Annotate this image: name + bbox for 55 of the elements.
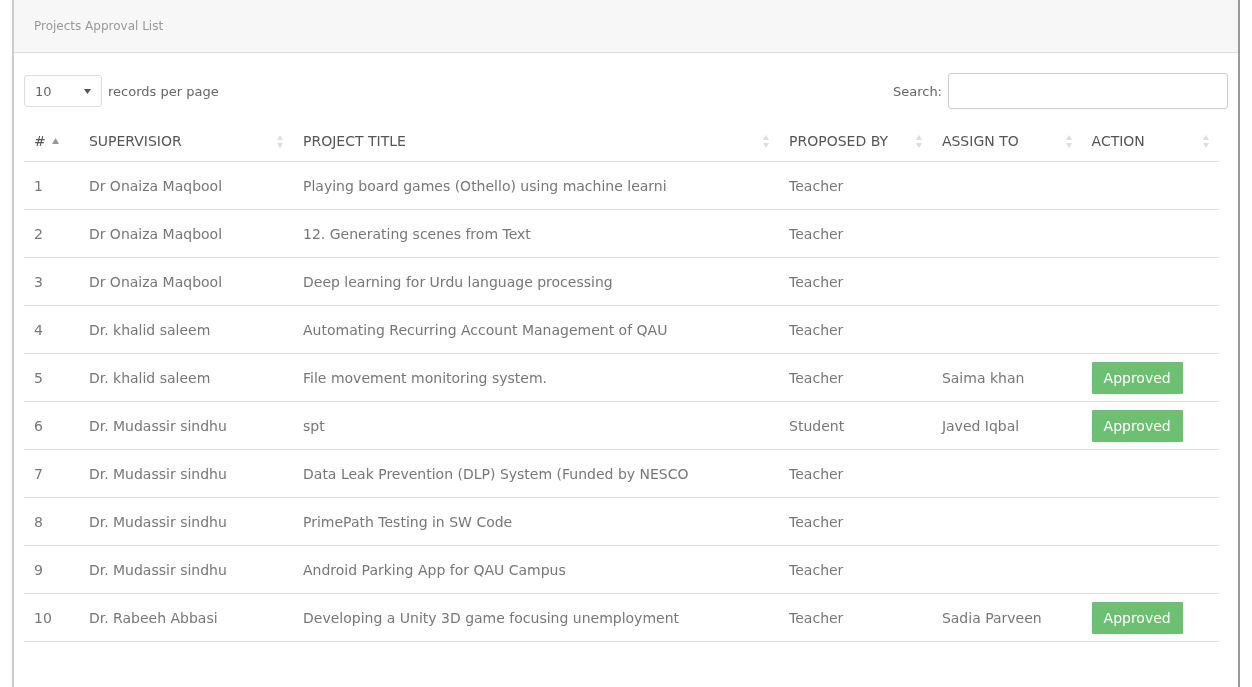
table-cell: Dr Onaiza Maqbool (88, 225, 223, 242)
table-cell: Dr. Mudassir sindhu (88, 561, 227, 578)
column-header[interactable]: ASSIGN TO (931, 121, 1082, 162)
records-per-page-select[interactable]: 10 (24, 75, 102, 107)
table-cell: Teacher (789, 273, 844, 290)
column-header[interactable]: SUPERVISIOR (78, 121, 293, 162)
table-cell: Javed Iqbal (941, 417, 1020, 434)
table-cell: Dr Onaiza Maqbool (88, 177, 223, 194)
table-cell: Automating Recurring Account Management of QAU (303, 321, 668, 338)
table-cell: 8 (34, 513, 43, 530)
table-cell: 9 (34, 561, 43, 578)
table-cell: Android Parking App for QAU Campus (303, 561, 566, 578)
table-cell: Dr Onaiza Maqbool (88, 273, 223, 290)
table-cell: 12. Generating scenes from Text (303, 225, 531, 242)
table-cell: spt (303, 417, 325, 434)
table-cell: Playing board games (Othello) using machine learni (303, 177, 667, 194)
table-cell: Deep learning for Urdu language processing (303, 273, 613, 290)
table-cell: Teacher (789, 513, 844, 530)
table-cell: Teacher (789, 561, 844, 578)
table-cell: Dr. Mudassir sindhu (88, 417, 227, 434)
table-cell: File movement monitoring system. (303, 369, 547, 386)
table-cell: 10 (34, 609, 52, 626)
table-cell: 1 (34, 177, 43, 194)
column-header[interactable]: ACTION (1081, 121, 1219, 162)
table-cell: Teacher (789, 225, 844, 242)
table-cell: Teacher (789, 321, 844, 338)
table-cell: 3 (34, 273, 43, 290)
table-cell: PrimePath Testing in SW Code (303, 513, 513, 530)
search-label: Search: (892, 83, 942, 99)
column-header[interactable]: # (24, 121, 79, 162)
table-cell: Sadia Parveen (941, 609, 1042, 626)
table-cell: Dr. khalid saleem (88, 369, 211, 386)
table-cell: Teacher (789, 609, 844, 626)
table-cell: Saima khan (941, 369, 1025, 386)
column-header[interactable]: PROPOSED BY (779, 121, 932, 162)
table-cell: Teacher (789, 369, 844, 386)
table-cell: 6 (34, 417, 43, 434)
table-cell: Dr. khalid saleem (88, 321, 211, 338)
panel-title: Projects Approval List (34, 19, 164, 33)
table-cell: 2 (34, 225, 43, 242)
table-cell: Dr. Rabeeh Abbasi (88, 609, 218, 626)
table-cell: 7 (34, 465, 43, 482)
table-cell: Teacher (789, 177, 844, 194)
table-cell: Developing a Unity 3D game focusing unemployment (303, 609, 679, 626)
table-cell: 4 (34, 321, 43, 338)
search-field[interactable] (948, 73, 1228, 109)
table-cell: Dr. Mudassir sindhu (88, 465, 227, 482)
table-cell: 5 (34, 369, 43, 386)
table-cell: Dr. Mudassir sindhu (88, 513, 227, 530)
records-per-page-label: records per page (108, 83, 219, 99)
table-cell: Student (789, 417, 845, 434)
column-header[interactable]: PROJECT TITLE (293, 121, 780, 162)
table-cell: Data Leak Prevention (DLP) System (Funded by NESCO (303, 465, 689, 482)
table-cell: Teacher (789, 465, 844, 482)
caret-icon (84, 88, 91, 94)
